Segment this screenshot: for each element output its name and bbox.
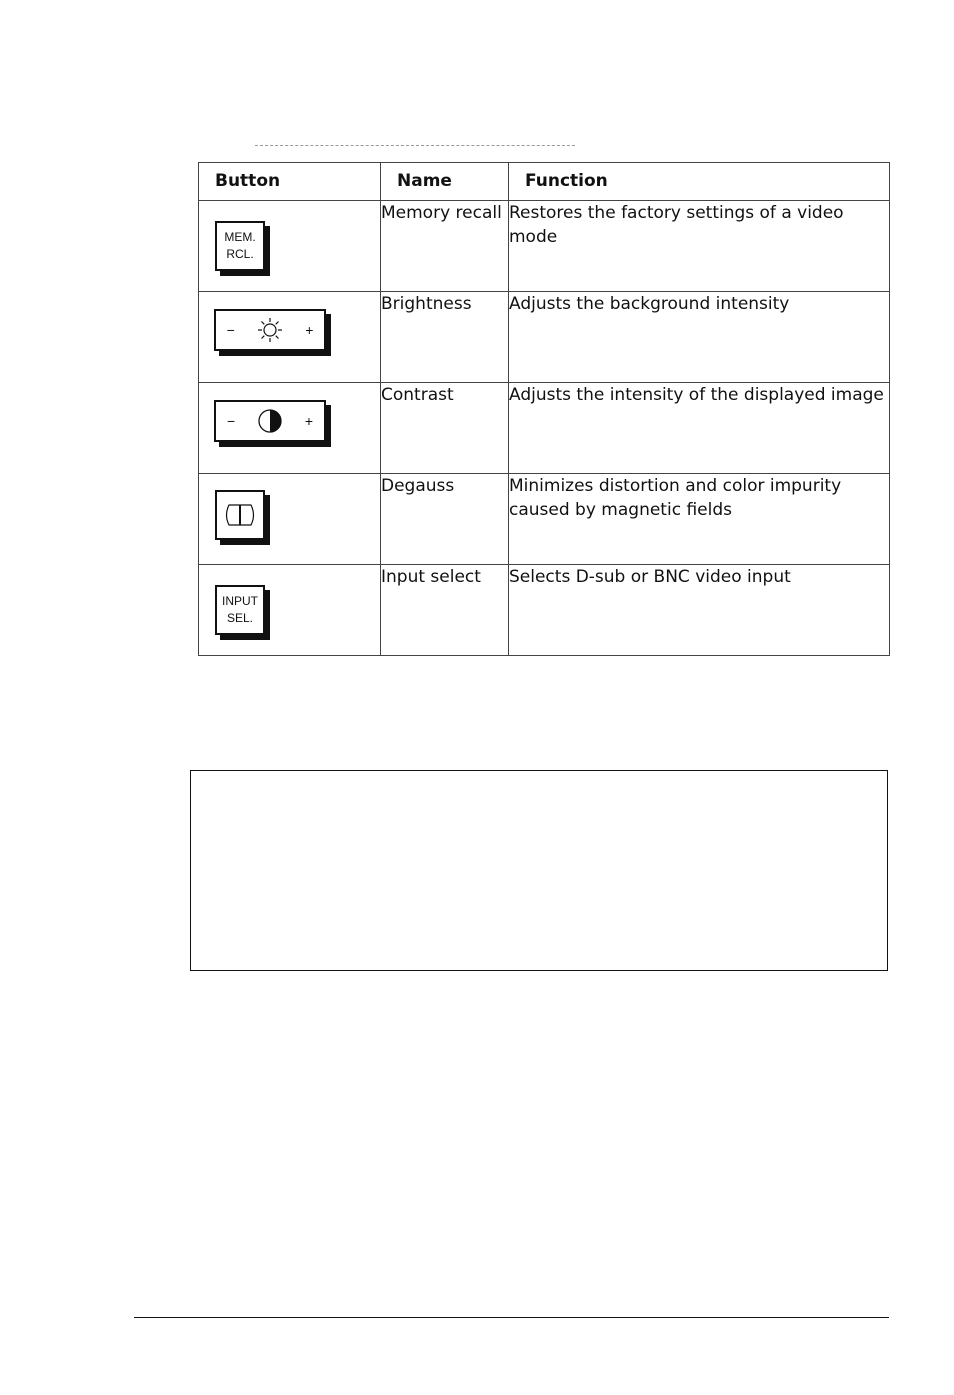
minus-icon: −: [226, 322, 235, 338]
mem-rcl-key-icon: MEM. RCL.: [215, 221, 265, 271]
name-cell: Brightness: [380, 291, 509, 383]
empty-note-box: [190, 770, 888, 971]
sun-icon: [257, 318, 282, 342]
name-cell: Memory recall: [380, 200, 509, 292]
button-cell: − +: [198, 382, 381, 474]
function-cell: Adjusts the intensity of the displayed i…: [508, 382, 890, 474]
table-row: INPUT SEL. Input select Selects D-sub or…: [198, 564, 890, 656]
input-sel-key-icon: INPUT SEL.: [215, 585, 265, 635]
table-row: Degauss Minimizes distortion and color i…: [198, 473, 890, 565]
half-circle-icon: [258, 409, 282, 433]
footer-rule: [134, 1317, 889, 1318]
header-button: Button: [198, 162, 381, 201]
key-label-line: MEM.: [224, 230, 256, 244]
plus-icon: +: [305, 322, 314, 338]
degauss-screen-icon: [225, 504, 255, 526]
header-function: Function: [508, 162, 890, 201]
table-row: − + Contrast Adjusts the intensity of th…: [198, 382, 890, 474]
table-row: − + Brightness Adjusts the background in…: [198, 291, 890, 383]
plus-icon: +: [304, 413, 314, 429]
button-cell: [198, 473, 381, 565]
button-cell: MEM. RCL.: [198, 200, 381, 292]
function-cell: Restores the factory settings of a video…: [508, 200, 890, 292]
contrast-key-icon: − +: [214, 400, 326, 442]
degauss-key-icon: [215, 490, 265, 540]
function-cell: Adjusts the background intensity: [508, 291, 890, 383]
header-name: Name: [380, 162, 509, 201]
table-header-row: Button Name Function: [198, 162, 890, 201]
function-cell: Minimizes distortion and color impurity …: [508, 473, 890, 565]
key-label-line: INPUT: [222, 594, 258, 608]
button-function-table: Button Name Function MEM. RCL. Memory re…: [198, 162, 890, 656]
brightness-key-icon: − +: [214, 309, 326, 351]
name-cell: Contrast: [380, 382, 509, 474]
button-cell: − +: [198, 291, 381, 383]
table-row: MEM. RCL. Memory recall Restores the fac…: [198, 200, 890, 292]
button-cell: INPUT SEL.: [198, 564, 381, 656]
function-cell: Selects D-sub or BNC video input: [508, 564, 890, 656]
key-label-line: RCL.: [226, 247, 254, 261]
key-label-line: SEL.: [226, 611, 253, 625]
minus-icon: −: [226, 413, 236, 429]
name-cell: Degauss: [380, 473, 509, 565]
name-cell: Input select: [380, 564, 509, 656]
table-caption-remnant: [255, 135, 575, 146]
